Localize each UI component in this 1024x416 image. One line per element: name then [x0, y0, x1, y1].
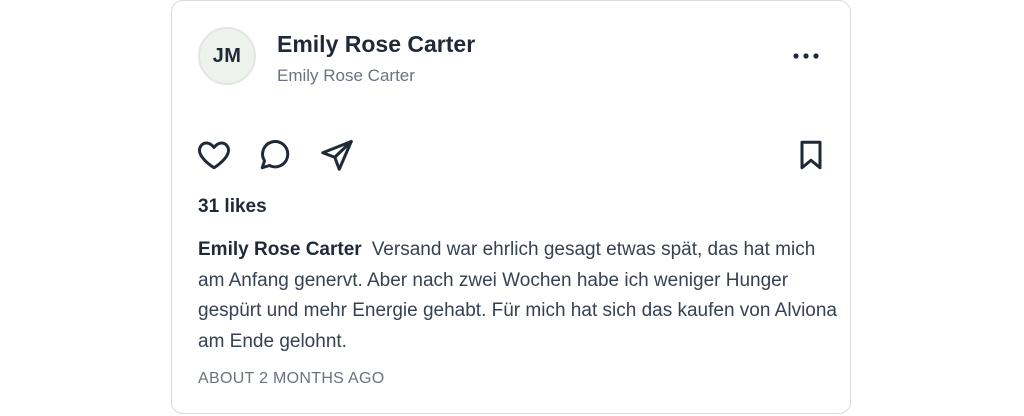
save-button[interactable] [793, 137, 829, 173]
comment-icon [260, 140, 290, 170]
post-timestamp: ABOUT 2 MONTHS AGO [198, 370, 385, 387]
author-name[interactable]: Emily Rose Carter [277, 31, 475, 58]
more-options-button[interactable] [790, 43, 822, 69]
avatar[interactable]: JM [198, 27, 256, 85]
share-button[interactable] [319, 137, 355, 173]
heart-icon [198, 141, 230, 170]
caption-author[interactable]: Emily Rose Carter [198, 239, 362, 260]
like-button[interactable] [196, 137, 232, 173]
post-caption: Emily Rose Carter Versand war ehrlich ges… [198, 235, 838, 357]
more-horizontal-icon [793, 53, 819, 59]
post-card: JM Emily Rose Carter Emily Rose Carter 3… [171, 0, 851, 414]
comment-button[interactable] [257, 137, 293, 173]
likes-count[interactable]: 31 likes [198, 196, 267, 218]
bookmark-icon [800, 140, 822, 170]
avatar-initials: JM [212, 44, 242, 67]
author-subtitle: Emily Rose Carter [277, 66, 415, 85]
send-icon [321, 140, 353, 171]
